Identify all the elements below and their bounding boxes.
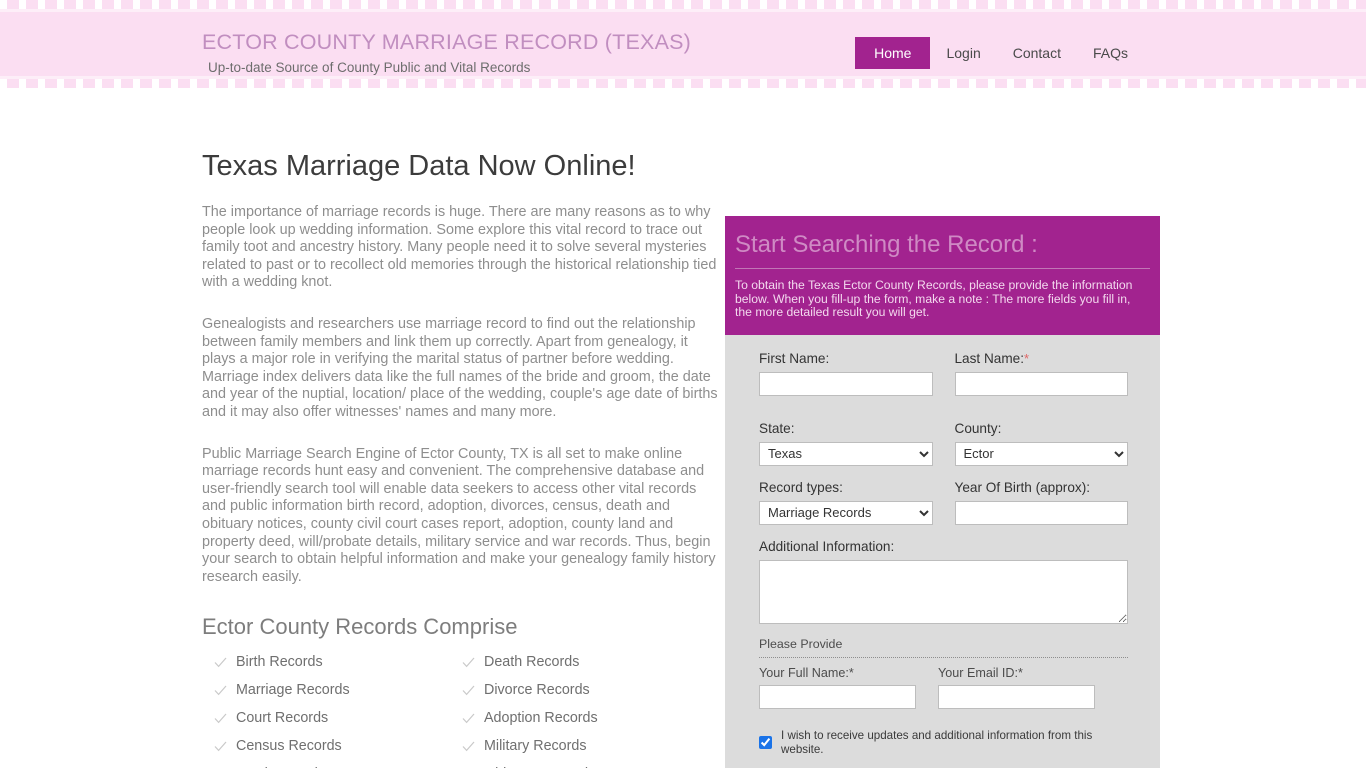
intro-paragraph-2: Genealogists and researchers use marriag… <box>202 315 718 420</box>
optin-checkbox[interactable] <box>759 736 772 750</box>
last-name-label: Last Name:* <box>955 351 1129 367</box>
intro-paragraph-3: Public Marriage Search Engine of Ector C… <box>202 445 716 585</box>
required-marker: * <box>1024 350 1030 366</box>
nav-item-login[interactable]: Login <box>930 38 996 68</box>
site-tagline: Up-to-date Source of County Public and V… <box>208 60 531 75</box>
full-name-group: Your Full Name:* <box>759 666 916 709</box>
main-navigation: Home Login Contact FAQs <box>855 37 1144 69</box>
full-name-label-text: Your Full Name: <box>759 665 849 680</box>
year-of-birth-label: Year Of Birth (approx): <box>954 479 1091 495</box>
email-input[interactable] <box>938 684 1095 709</box>
record-label: Marriage Records <box>236 682 350 699</box>
required-marker: * <box>848 665 854 680</box>
site-title: ECTOR COUNTY MARRIAGE RECORD (TEXAS) <box>202 30 692 54</box>
intro-paragraph-1: The importance of marriage records is hu… <box>202 204 717 291</box>
last-name-label-text: Last Name: <box>954 350 1025 366</box>
check-icon <box>462 713 475 724</box>
optin-row: I wish to receive updates and additional… <box>759 729 1128 757</box>
additional-info-textarea[interactable] <box>759 559 1128 624</box>
list-item: Marriage Records <box>202 682 450 698</box>
record-label: Death Records <box>484 654 580 671</box>
check-icon <box>214 713 227 724</box>
last-name-input[interactable] <box>954 371 1128 396</box>
form-header: Start Searching the Record : To obtain t… <box>725 216 1160 335</box>
record-label: Divorce Records <box>484 682 590 699</box>
email-group: Your Email ID:* <box>938 666 1095 709</box>
site-header: ECTOR COUNTY MARRIAGE RECORD (TEXAS) Up-… <box>0 0 1366 88</box>
last-name-group: Last Name:* <box>954 351 1129 396</box>
year-of-birth-input[interactable] <box>954 500 1128 525</box>
check-icon <box>214 685 227 696</box>
list-item: Divorce Records <box>450 682 698 698</box>
search-form-panel: Start Searching the Record : To obtain t… <box>725 216 1160 768</box>
state-select[interactable]: Texas <box>759 441 933 466</box>
list-item: Birth Records <box>202 654 450 670</box>
county-label: County: <box>954 420 1002 436</box>
list-item: Adoption Records <box>450 710 698 726</box>
records-list: Birth Records Death Records Marriage Rec… <box>202 654 718 768</box>
first-name-group: First Name: <box>759 351 933 396</box>
list-item: Death Records <box>450 654 698 670</box>
state-group: State: Texas <box>759 421 933 466</box>
nav-item-contact[interactable]: Contact <box>997 38 1077 68</box>
list-item: Census Records <box>202 738 450 754</box>
state-label: State: <box>759 420 795 436</box>
year-of-birth-group: Year Of Birth (approx): <box>954 479 1128 525</box>
record-label: Military Records <box>484 738 587 755</box>
check-icon <box>462 685 475 696</box>
optin-label: I wish to receive updates and additional… <box>781 728 1093 756</box>
county-select[interactable]: Ector <box>954 441 1128 466</box>
list-item: Court Records <box>202 710 450 726</box>
record-types-label: Record types: <box>759 479 843 495</box>
first-name-input[interactable] <box>759 371 933 396</box>
form-heading: Start Searching the Record : <box>735 232 1150 269</box>
additional-info-label: Additional Information: <box>759 538 895 554</box>
please-provide-divider: Please Provide <box>759 637 1128 658</box>
first-name-label: First Name: <box>759 350 830 366</box>
brand: ECTOR COUNTY MARRIAGE RECORD (TEXAS) Up-… <box>202 30 691 75</box>
required-marker: * <box>1018 665 1023 680</box>
county-group: County: Ector <box>954 420 1128 466</box>
check-icon <box>214 657 227 668</box>
record-label: Court Records <box>236 710 329 727</box>
check-icon <box>462 741 475 752</box>
nav-item-home[interactable]: Home <box>855 37 931 69</box>
records-section-heading: Ector County Records Comprise <box>202 614 518 640</box>
record-types-group: Record types: Marriage Records <box>759 480 933 525</box>
check-icon <box>214 741 227 752</box>
record-types-select[interactable]: Marriage Records <box>759 500 933 525</box>
email-label: Your Email ID:* <box>938 666 1095 681</box>
full-name-label: Your Full Name:* <box>759 666 916 681</box>
record-label: Birth Records <box>236 654 323 671</box>
article-column: Texas Marriage Data Now Online! The impo… <box>202 150 718 768</box>
form-intro-text: To obtain the Texas Ector County Records… <box>735 278 1133 320</box>
form-fields: First Name: Last Name:* State: Texas Cou… <box>725 334 1160 768</box>
list-item: Military Records <box>450 738 698 754</box>
record-label: Adoption Records <box>484 710 598 727</box>
full-name-input[interactable] <box>759 684 916 709</box>
email-label-text: Your Email ID: <box>938 665 1019 680</box>
page-title: Texas Marriage Data Now Online! <box>202 150 636 182</box>
additional-info-group: Additional Information: <box>759 539 1128 629</box>
nav-item-faqs[interactable]: FAQs <box>1077 38 1144 68</box>
page-body: Texas Marriage Data Now Online! The impo… <box>0 88 1366 768</box>
check-icon <box>462 657 475 668</box>
record-label: Census Records <box>236 738 342 755</box>
